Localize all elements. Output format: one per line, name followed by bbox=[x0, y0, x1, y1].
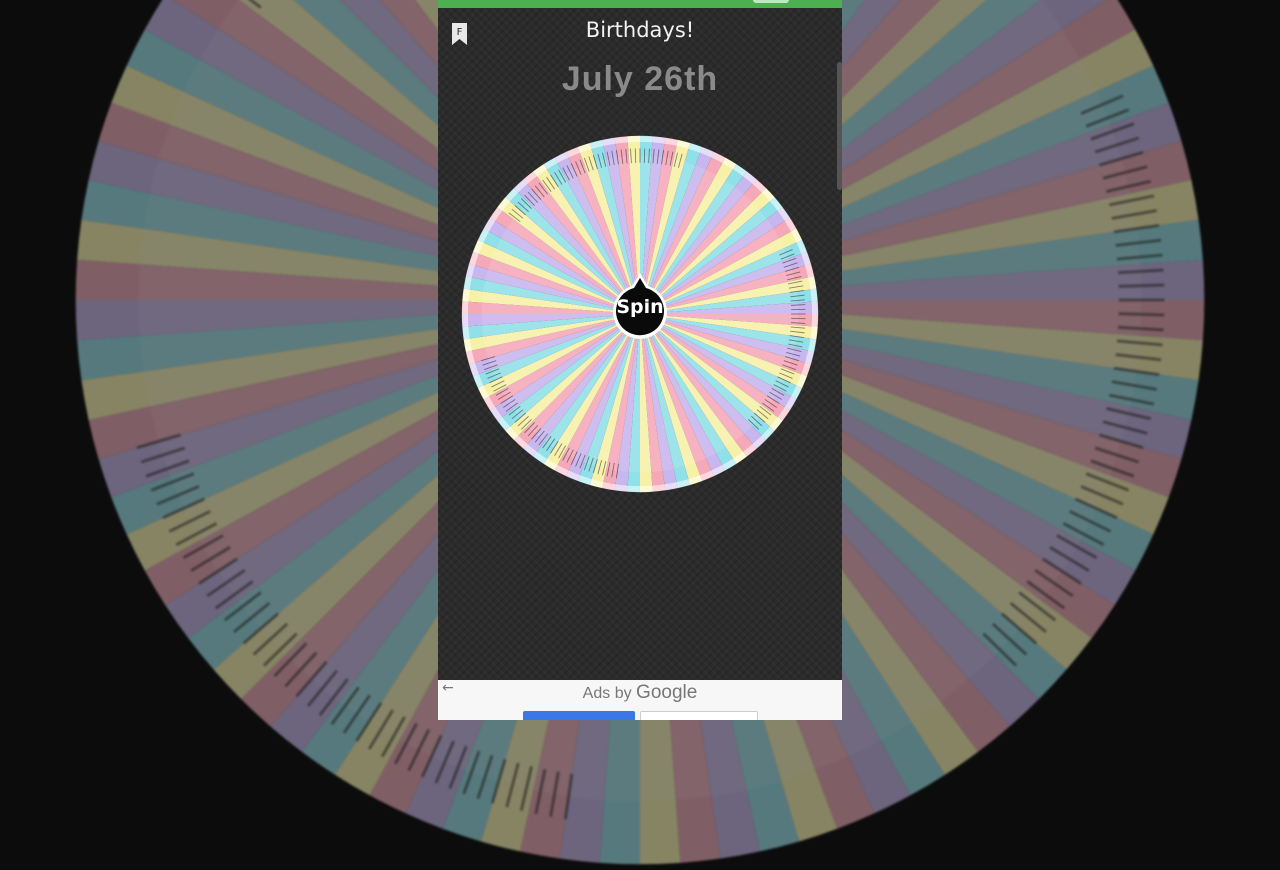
status-bar bbox=[438, 0, 842, 8]
google-wordmark: Google bbox=[636, 682, 697, 703]
app-title: Birthdays! bbox=[438, 18, 842, 42]
ads-by-text: Ads by bbox=[583, 685, 632, 702]
ad-why-button[interactable] bbox=[640, 711, 758, 720]
spin-button[interactable] bbox=[611, 272, 669, 342]
phone-screen: F Birthdays! July 26th Spin ← Ads by Goo… bbox=[438, 0, 842, 720]
ads-by-google-label: Ads by Google bbox=[438, 682, 842, 704]
scrollbar-thumb[interactable] bbox=[837, 62, 842, 190]
ad-feedback-button[interactable] bbox=[523, 711, 635, 720]
date-heading: July 26th bbox=[438, 60, 842, 99]
status-indicator bbox=[753, 0, 789, 3]
ad-banner[interactable]: ← Ads by Google bbox=[438, 680, 842, 720]
